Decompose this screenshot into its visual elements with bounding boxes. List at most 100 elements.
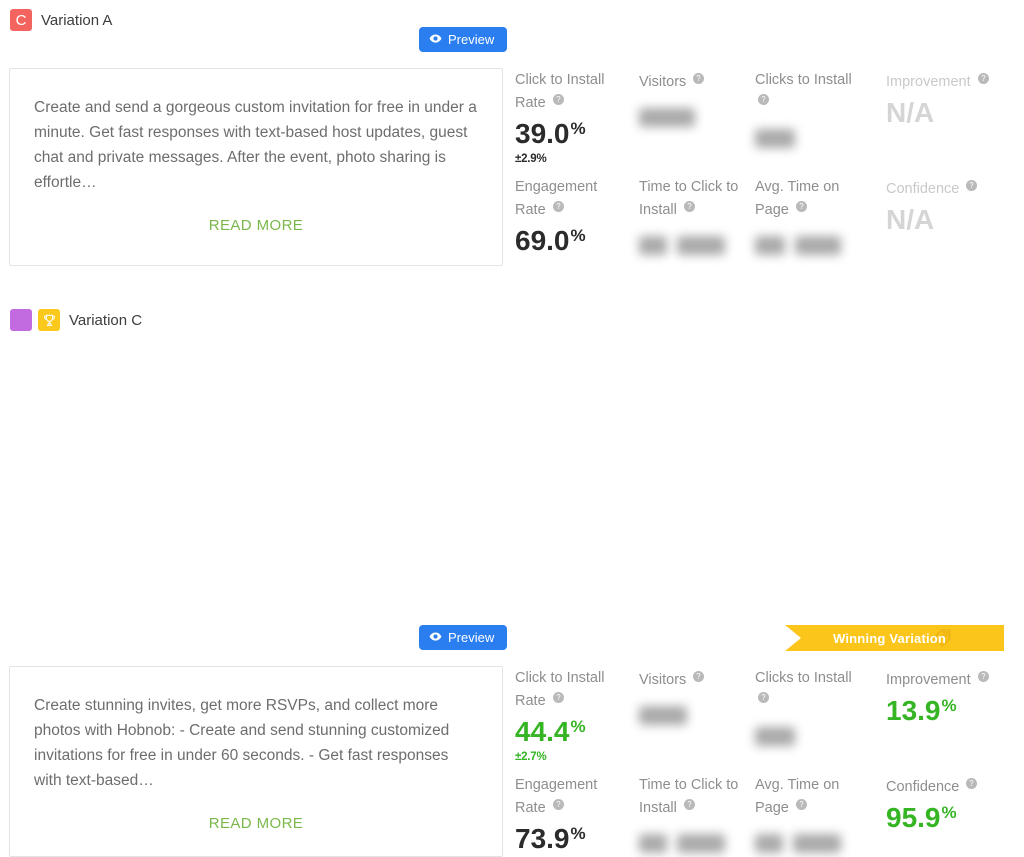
metric-value	[639, 825, 747, 853]
redacted-value	[639, 107, 695, 127]
help-icon[interactable]: ?	[758, 689, 769, 710]
metric-label: Engagement Rate ?	[515, 179, 598, 219]
metric-label: Time to Click to Install ?	[639, 777, 739, 817]
help-icon[interactable]: ?	[795, 198, 807, 219]
redacted-value	[639, 235, 667, 255]
swatch-letter: C	[15, 11, 27, 29]
metric-unit: %	[941, 696, 957, 715]
read-more-link-variation-c[interactable]: READ MORE	[34, 815, 478, 832]
metric-label: Click to Install Rate ?	[515, 72, 605, 112]
svg-text:?: ?	[556, 800, 561, 809]
preview-button-label: Preview	[448, 32, 495, 47]
variation-c-title: Variation C	[69, 311, 143, 329]
metric-label: Avg. Time on Page ?	[755, 179, 840, 219]
metric-value: 44.4%	[515, 716, 586, 747]
help-icon[interactable]: ?	[977, 668, 989, 689]
metric-visitors: Visitors ?	[639, 668, 755, 763]
svg-text:?: ?	[799, 202, 804, 211]
color-swatch-red: C	[10, 9, 32, 31]
redacted-value	[793, 833, 841, 853]
metric-label: Clicks to Install ?	[755, 668, 867, 712]
read-more-link-variation-a[interactable]: READ MORE	[34, 217, 478, 234]
redacted-value	[639, 705, 687, 725]
metric-value	[755, 718, 878, 746]
help-icon[interactable]: ?	[552, 689, 564, 710]
redacted-value	[755, 726, 795, 746]
metric-value: N/A	[886, 204, 935, 235]
metric-value	[639, 697, 747, 725]
variation-c-section: Variation C Preview Winning Variation Cr…	[0, 300, 1024, 857]
variation-a-section: C Variation A Preview Create and send a …	[0, 0, 1024, 300]
svg-text:?: ?	[970, 779, 975, 788]
metric-value	[755, 120, 878, 148]
help-icon[interactable]: ?	[552, 796, 564, 817]
redacted-value	[755, 235, 785, 255]
help-icon[interactable]: ?	[966, 775, 978, 796]
metric-time-to-click-to-install: Time to Click to Install ?	[639, 177, 755, 255]
metric-confidence: Confidence ? 95.9%	[886, 775, 1020, 853]
metric-label: Engagement Rate ?	[515, 777, 598, 817]
eye-icon	[429, 32, 442, 48]
redacted-value	[677, 833, 725, 853]
winning-variation-badge: Winning Variation	[785, 625, 1004, 651]
metric-margin-of-error: ±2.7%	[515, 751, 547, 763]
variations-list: C Variation A Preview Create and send a …	[0, 0, 1024, 857]
metric-engagement-rate: Engagement Rate ? 73.9%	[515, 775, 639, 853]
metric-engagement-rate: Engagement Rate ? 69.0%	[515, 177, 639, 255]
color-swatch-purple	[10, 309, 32, 331]
metric-unit: %	[570, 824, 586, 843]
metric-value: 69.0%	[515, 225, 586, 256]
metric-confidence: Confidence ? N/A	[886, 177, 1020, 255]
redacted-value	[755, 128, 795, 148]
metric-value	[755, 825, 878, 853]
metric-label: Clicks to Install ?	[755, 70, 867, 114]
svg-text:?: ?	[761, 693, 766, 702]
metric-clicks-to-install: Clicks to Install ?	[755, 668, 886, 763]
redacted-value	[795, 235, 841, 255]
help-icon[interactable]: ?	[693, 668, 705, 689]
help-icon[interactable]: ?	[966, 177, 978, 198]
preview-button-variation-c[interactable]: Preview	[419, 625, 508, 650]
help-icon[interactable]: ?	[795, 796, 807, 817]
metric-label: Visitors ?	[639, 70, 747, 93]
svg-text:?: ?	[687, 800, 692, 809]
metric-label: Avg. Time on Page ?	[755, 777, 840, 817]
metric-value	[639, 227, 747, 255]
svg-text:?: ?	[556, 202, 561, 211]
redacted-value	[677, 235, 725, 255]
svg-text:?: ?	[981, 672, 986, 681]
variation-a-title: Variation A	[41, 11, 113, 29]
metric-label: Visitors ?	[639, 668, 747, 691]
metric-value: 73.9%	[515, 823, 586, 854]
metric-value: 13.9%	[886, 695, 957, 726]
help-icon[interactable]: ?	[683, 198, 695, 219]
metric-unit: %	[570, 119, 586, 138]
help-icon[interactable]: ?	[552, 198, 564, 219]
preview-button-label: Preview	[448, 630, 495, 645]
metric-clicks-to-install: Clicks to Install ?	[755, 70, 886, 165]
svg-text:?: ?	[697, 672, 702, 681]
variation-a-header: C Variation A	[0, 0, 1024, 40]
metric-value	[639, 99, 747, 127]
metric-label: Time to Click to Install ?	[639, 179, 739, 219]
help-icon[interactable]: ?	[977, 70, 989, 91]
svg-text:?: ?	[556, 95, 561, 104]
winning-variation-label: Winning Variation	[833, 630, 947, 646]
metric-label: Improvement ?	[886, 668, 998, 691]
metric-time-to-click-to-install: Time to Click to Install ?	[639, 775, 755, 853]
svg-text:?: ?	[970, 181, 975, 190]
metric-avg-time-on-page: Avg. Time on Page ?	[755, 775, 886, 853]
metric-label: Confidence ?	[886, 775, 998, 798]
svg-text:?: ?	[981, 74, 986, 83]
metric-improvement: Improvement ? 13.9%	[886, 668, 1020, 763]
metric-value: 95.9%	[886, 802, 957, 833]
preview-button-variation-a[interactable]: Preview	[419, 27, 508, 52]
help-icon[interactable]: ?	[552, 91, 564, 112]
help-icon[interactable]: ?	[683, 796, 695, 817]
redacted-value	[639, 833, 667, 853]
svg-text:?: ?	[556, 693, 561, 702]
metric-value: 39.0%	[515, 118, 586, 149]
help-icon[interactable]: ?	[693, 70, 705, 91]
variation-c-content-card: Create stunning invites, get more RSVPs,…	[9, 666, 503, 857]
help-icon[interactable]: ?	[758, 91, 769, 112]
